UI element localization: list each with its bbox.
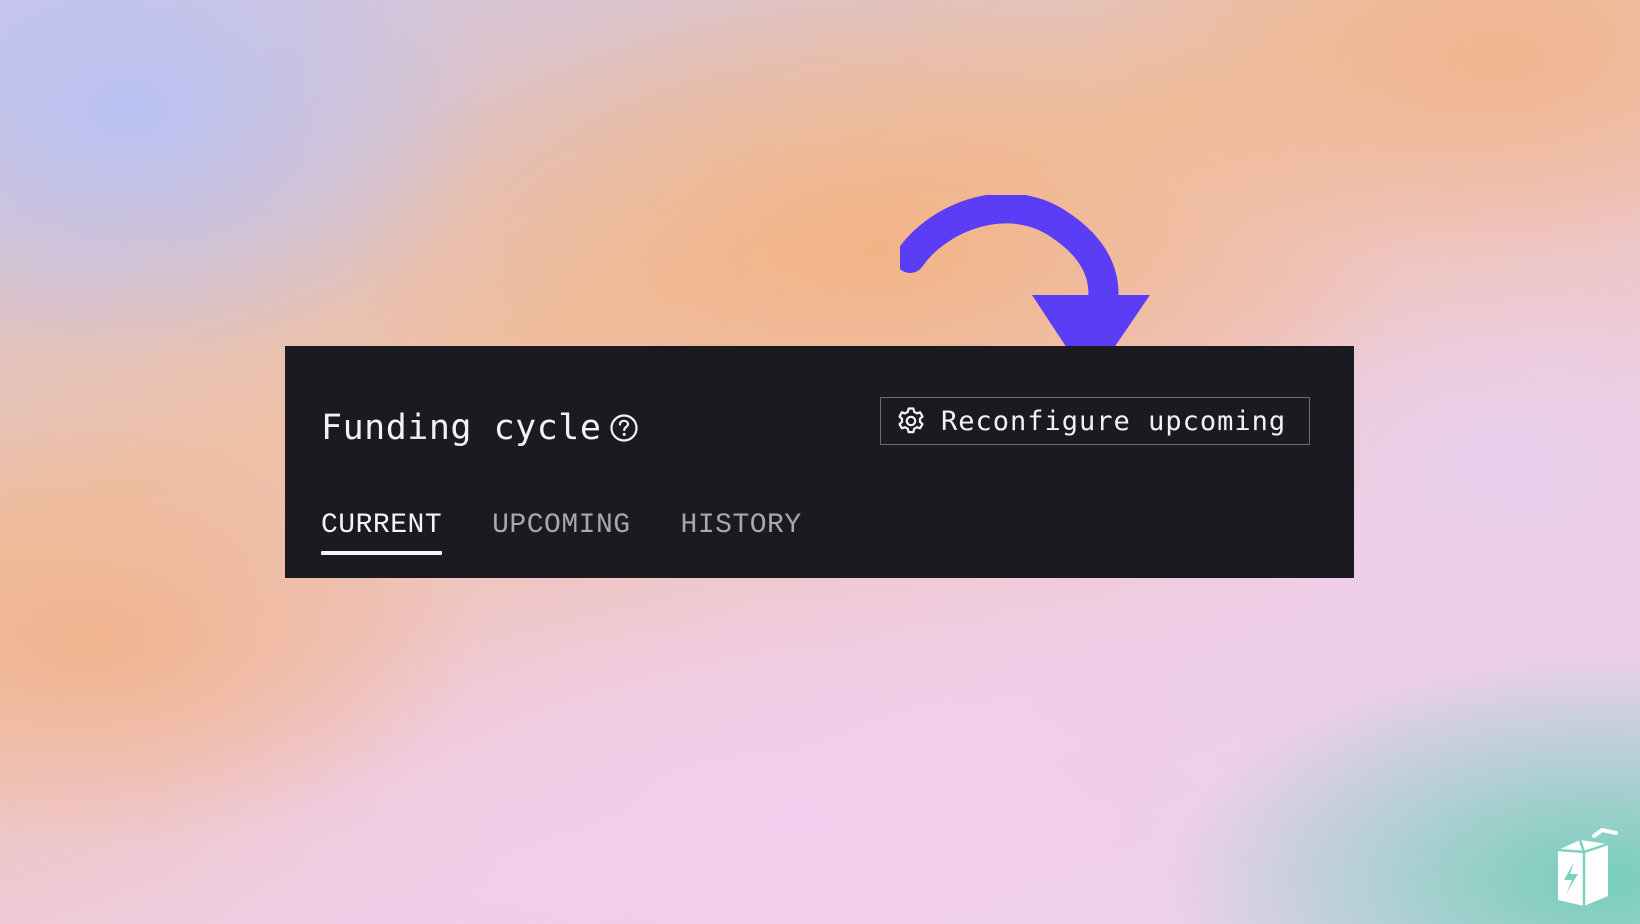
reconfigure-upcoming-label: Reconfigure upcoming <box>941 405 1287 437</box>
funding-cycle-tabs: CURRENT UPCOMING HISTORY <box>321 510 802 555</box>
tab-upcoming[interactable]: UPCOMING <box>492 510 630 555</box>
gear-icon <box>898 407 924 434</box>
question-circle-icon[interactable] <box>609 413 639 443</box>
reconfigure-upcoming-button[interactable]: Reconfigure upcoming <box>880 397 1310 445</box>
panel-title: Funding cycle <box>321 408 602 448</box>
panel-header: Funding cycle <box>321 408 639 448</box>
juicebox-logo-icon <box>1557 828 1618 906</box>
tab-current[interactable]: CURRENT <box>321 510 443 555</box>
funding-cycle-panel: Funding cycle Reconfigure upcoming CURRE… <box>285 346 1354 578</box>
tab-history[interactable]: HISTORY <box>681 510 802 555</box>
